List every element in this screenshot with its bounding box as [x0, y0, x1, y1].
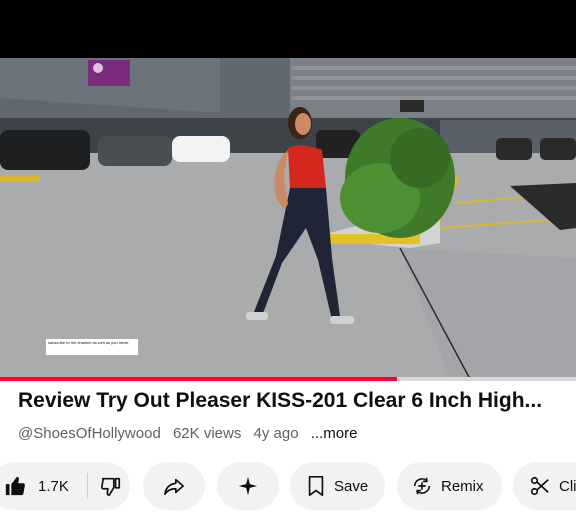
save-label: Save: [334, 477, 369, 495]
channel-handle[interactable]: @ShoesOfHollywood: [18, 425, 161, 442]
video-progress-fill: [0, 377, 398, 381]
like-divider: [86, 473, 88, 499]
share-arrow-icon: [163, 475, 185, 497]
video-meta: @ShoesOfHollywood 62K views 4y ago ...mo…: [18, 424, 365, 444]
status-bar-area: [0, 0, 576, 58]
video-frame: [0, 58, 576, 379]
video-title[interactable]: Review Try Out Pleaser KISS-201 Clear 6 …: [18, 386, 563, 416]
thumbs-down-icon[interactable]: [100, 475, 122, 497]
remix-icon: [411, 475, 433, 497]
upload-age: 4y ago: [253, 425, 299, 442]
subtitle-caption: subscribe to the channel as well as you …: [46, 339, 138, 355]
bookmark-icon: [306, 475, 326, 497]
like-dislike-group: 1.7K: [0, 462, 130, 510]
save-button[interactable]: Save: [290, 462, 385, 510]
video-progress-bar[interactable]: [0, 377, 576, 381]
more-link[interactable]: ...more: [311, 425, 358, 442]
view-count: 62K views: [172, 425, 242, 442]
remix-button[interactable]: Remix: [397, 462, 502, 510]
share-button[interactable]: [143, 462, 205, 510]
video-player[interactable]: subscribe to the channel as well as you …: [0, 58, 576, 379]
ask-ai-button[interactable]: [217, 462, 279, 510]
sparkle-icon: [237, 475, 259, 497]
like-count[interactable]: 1.7K: [38, 478, 69, 495]
thumbs-up-icon[interactable]: [4, 475, 26, 497]
clip-button[interactable]: Cli: [513, 462, 576, 510]
scissors-icon: [529, 475, 551, 497]
action-bar: 1.7K Save Remix Cli: [0, 462, 576, 512]
remix-label: Remix: [441, 477, 484, 495]
clip-label: Cli: [559, 477, 576, 495]
